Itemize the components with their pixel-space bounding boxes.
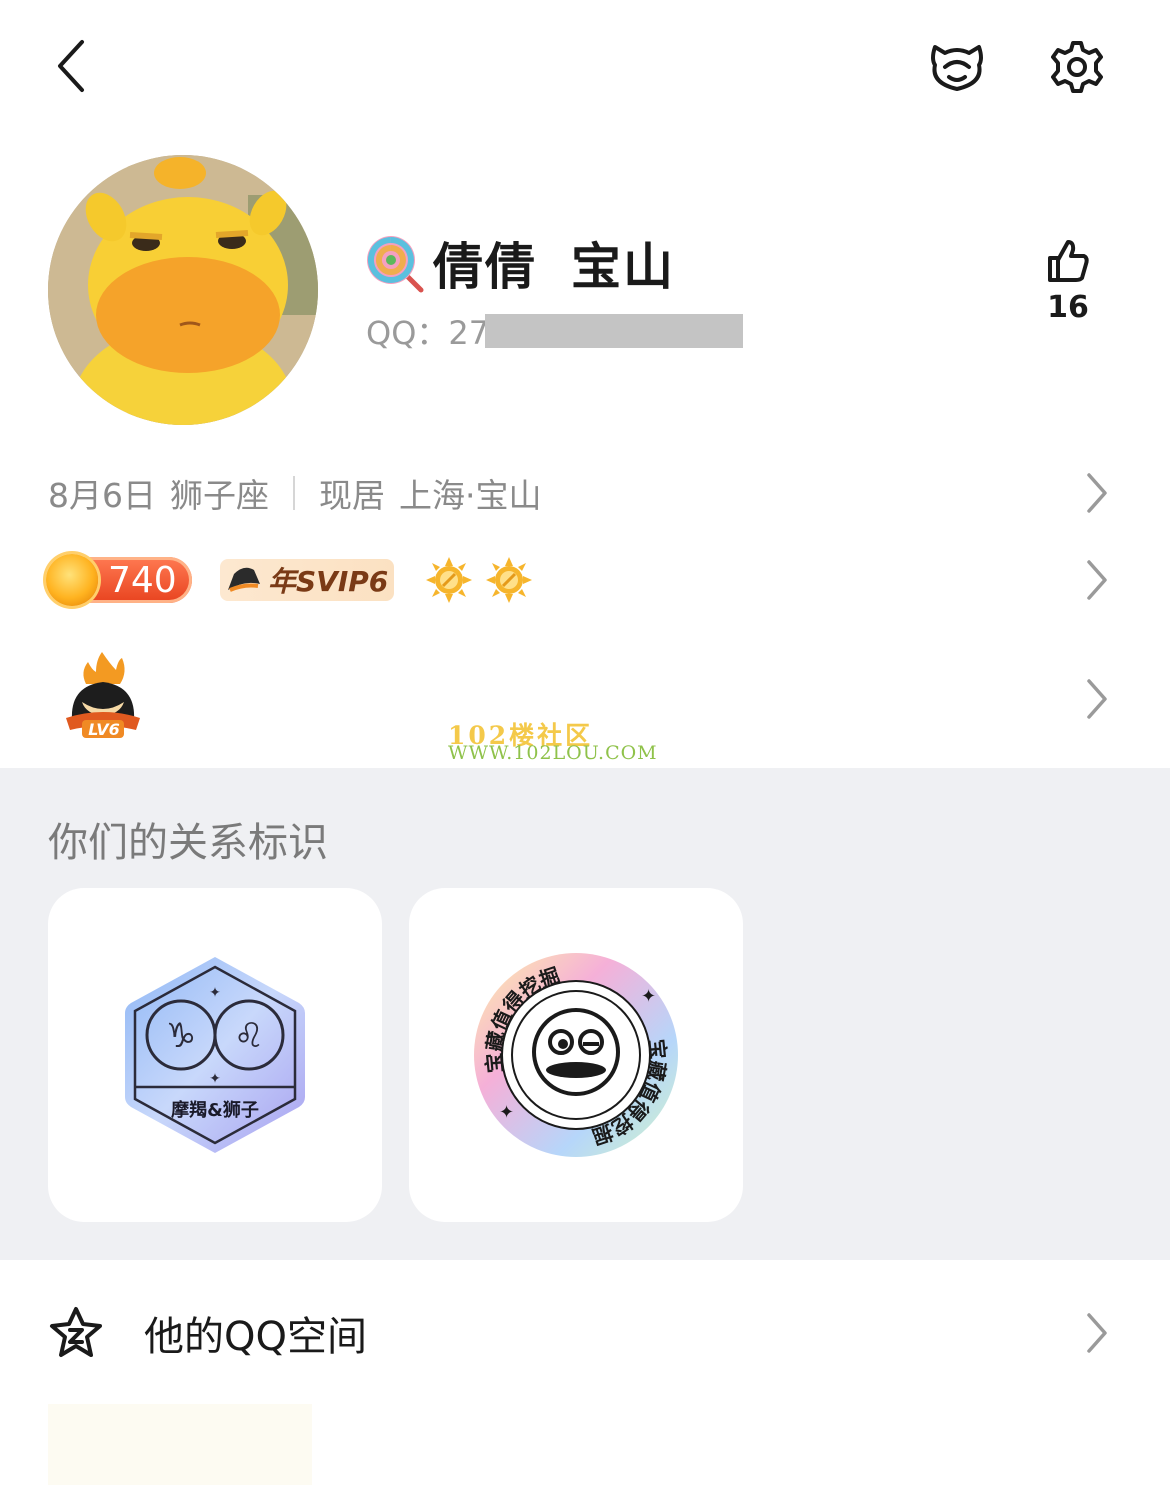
chevron-right-icon <box>1087 473 1107 513</box>
chevron-right-icon <box>1087 560 1107 600</box>
capricorn-leo-hexagon-badge: ♑ ♌ ✦ ✦ <box>125 957 305 1153</box>
zodiac: 狮子座 <box>170 476 269 515</box>
watermark-url: WWW.102LOU.COM <box>448 742 658 764</box>
avatar-image <box>48 155 318 425</box>
svg-text:✦: ✦ <box>499 1102 514 1123</box>
info-row[interactable]: 8月6日 狮子座 现居 上海·宝山 <box>48 466 542 520</box>
relation-title: 你们的关系标识 <box>48 820 328 866</box>
coin-badge: 740 <box>46 554 192 606</box>
settings-button[interactable] <box>1046 36 1108 98</box>
svg-text:✦: ✦ <box>209 985 221 1001</box>
level-label: LV6 <box>88 720 120 739</box>
avatar[interactable] <box>48 155 318 425</box>
svg-text:✦: ✦ <box>209 1071 221 1087</box>
qq-number: QQ：27 <box>366 307 744 355</box>
treasure-circle-badge: 宝藏值得挖掘 宝藏值得挖掘 ✦ ✦ <box>474 953 678 1157</box>
like-count: 16 <box>1047 290 1089 325</box>
qq-mask <box>485 314 744 348</box>
svip-hat-icon <box>228 567 260 592</box>
chevron-left-icon <box>58 40 84 92</box>
svip-label: 年SVIP6 <box>268 565 389 598</box>
sun-icon <box>426 557 472 603</box>
lollipop-icon <box>367 236 424 293</box>
qq-space-preview[interactable] <box>48 1404 312 1485</box>
coin-icon <box>46 554 98 606</box>
sun-badges <box>426 557 532 603</box>
chevron-right-icon <box>1087 1313 1107 1353</box>
qq-space-row[interactable]: 他的QQ空间 <box>48 1300 367 1366</box>
back-button[interactable] <box>44 36 100 96</box>
nickname: 倩倩 宝山 <box>365 228 675 298</box>
relation-card-zodiac[interactable]: ♑ ♌ ✦ ✦ 摩羯&狮子 <box>48 888 382 1222</box>
badge-row[interactable]: 740 年SVIP6 <box>46 552 532 608</box>
nickname-suffix: 宝山 <box>571 238 675 296</box>
divider <box>293 476 295 510</box>
badge-chevron[interactable] <box>1082 557 1112 603</box>
coin-value: 740 <box>108 559 177 601</box>
svg-text:♌: ♌ <box>234 1016 264 1056</box>
svg-text:♑: ♑ <box>166 1016 196 1056</box>
pet-button[interactable] <box>926 38 988 96</box>
qzone-star-icon <box>50 1307 102 1357</box>
like-button[interactable]: 16 <box>1028 238 1108 325</box>
qq-label: QQ：27 <box>366 314 490 352</box>
sun-icon <box>486 557 532 603</box>
qq-space-chevron[interactable] <box>1082 1310 1112 1356</box>
location-label: 现居 <box>319 476 385 515</box>
gear-icon <box>1051 41 1103 93</box>
thumbs-up-icon <box>1048 240 1089 282</box>
nickname-text: 倩倩 <box>433 238 537 296</box>
relation-card-label: 摩羯&狮子 <box>171 1100 259 1121</box>
pet-face-icon <box>931 45 983 91</box>
birthday: 8月6日 <box>48 476 156 515</box>
svip-badge: 年SVIP6 <box>220 559 394 601</box>
chevron-right-icon <box>1087 679 1107 719</box>
qq-space-label: 他的QQ空间 <box>144 1314 367 1360</box>
svg-text:✦: ✦ <box>641 986 656 1007</box>
level-badge[interactable]: LV6 <box>62 650 144 742</box>
relation-card-treasure[interactable]: 宝藏值得挖掘 宝藏值得挖掘 ✦ ✦ <box>409 888 743 1222</box>
info-chevron[interactable] <box>1082 470 1112 516</box>
level-chevron[interactable] <box>1082 676 1112 722</box>
location: 上海·宝山 <box>399 476 542 515</box>
